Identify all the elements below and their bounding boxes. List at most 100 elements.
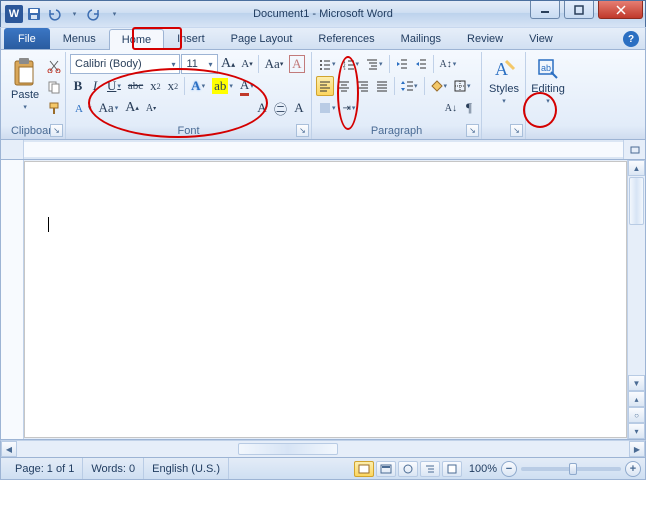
ruler-toggle[interactable] <box>623 140 645 159</box>
tab-file[interactable]: File <box>4 28 50 49</box>
undo-icon[interactable] <box>45 5 63 23</box>
status-page[interactable]: Page: 1 of 1 <box>7 458 83 479</box>
borders-button[interactable] <box>451 76 474 96</box>
tabs-button[interactable]: ⇥ <box>340 98 359 118</box>
font-color-button[interactable]: A <box>237 76 257 96</box>
zoom-out-button[interactable]: − <box>501 461 517 477</box>
styles-dialog-launcher[interactable]: ↘ <box>510 124 523 137</box>
numbering-button[interactable]: 123 <box>340 54 363 74</box>
decrease-indent-button[interactable] <box>393 54 411 74</box>
text-effects-button[interactable]: A <box>188 76 208 96</box>
view-web-button[interactable] <box>398 461 418 477</box>
tab-menus[interactable]: Menus <box>50 28 109 49</box>
scroll-down-button[interactable]: ▼ <box>628 375 645 391</box>
bold-button[interactable]: B <box>70 76 86 96</box>
scroll-right-button[interactable]: ▶ <box>629 441 645 457</box>
tab-page-layout[interactable]: Page Layout <box>218 28 306 49</box>
browse-object-button[interactable]: ○ <box>628 407 645 423</box>
status-bar: Page: 1 of 1 Words: 0 English (U.S.) 100… <box>0 458 646 480</box>
justify-button[interactable] <box>373 76 391 96</box>
sort-button[interactable]: A↓ <box>442 98 460 118</box>
strikethrough-button[interactable]: abc <box>125 76 146 96</box>
superscript-button[interactable]: x2 <box>165 76 182 96</box>
highlight-button[interactable]: ab <box>209 76 236 96</box>
undo-dropdown-icon[interactable] <box>65 5 83 23</box>
save-icon[interactable] <box>25 5 43 23</box>
view-outline-button[interactable] <box>420 461 440 477</box>
grow-font-button[interactable]: A▴ <box>219 54 238 74</box>
maximize-button[interactable] <box>564 1 594 19</box>
cut-button[interactable] <box>44 56 64 75</box>
tab-insert[interactable]: Insert <box>164 28 218 49</box>
tab-selector[interactable] <box>1 140 24 159</box>
italic-button[interactable]: I <box>87 76 103 96</box>
grow-font2-button[interactable]: A▴ <box>122 98 142 118</box>
scroll-up-button[interactable]: ▲ <box>628 160 645 176</box>
tab-mailings[interactable]: Mailings <box>388 28 454 49</box>
zoom-slider-knob[interactable] <box>569 463 577 475</box>
character-shading-button[interactable]: A <box>70 98 95 118</box>
change-case-button[interactable]: Aa▾ <box>262 54 285 74</box>
status-language[interactable]: English (U.S.) <box>144 458 229 479</box>
prev-page-button[interactable]: ▴ <box>628 391 645 407</box>
tab-view[interactable]: View <box>516 28 566 49</box>
group-font: Calibri (Body)▾ 11▾ A▴ A▾ Aa▾ A B I U ab… <box>66 52 312 139</box>
clear-formatting-button[interactable]: A <box>287 54 307 74</box>
subscript-button[interactable]: x2 <box>147 76 164 96</box>
view-print-layout-button[interactable] <box>354 461 374 477</box>
align-right-icon <box>357 80 369 92</box>
view-fullscreen-button[interactable] <box>376 461 396 477</box>
close-button[interactable] <box>598 1 643 19</box>
tab-home[interactable]: Home <box>109 29 164 50</box>
character-scaling-button[interactable]: A <box>291 98 307 118</box>
font-name-combo[interactable]: Calibri (Body)▾ <box>70 54 180 74</box>
character-border-button[interactable]: Aa <box>96 98 122 118</box>
scroll-thumb[interactable] <box>629 177 644 225</box>
paste-button[interactable]: Paste ▾ <box>8 54 42 118</box>
align-right-button[interactable] <box>354 76 372 96</box>
redo-icon[interactable] <box>85 5 103 23</box>
zoom-slider[interactable] <box>521 467 621 471</box>
align-center-button[interactable] <box>335 76 353 96</box>
shrink-font2-button[interactable]: A▾ <box>143 98 159 118</box>
document-page[interactable] <box>24 161 627 438</box>
qat-customize-icon[interactable] <box>105 5 123 23</box>
horizontal-scrollbar[interactable]: ◀ ▶ <box>0 440 646 458</box>
editing-button[interactable]: ab Editing ▾ <box>530 54 566 118</box>
zoom-level[interactable]: 100% <box>469 463 497 475</box>
text-cursor <box>48 217 49 232</box>
help-icon[interactable]: ? <box>623 31 639 47</box>
line-spacing-button[interactable] <box>398 76 421 96</box>
view-draft-button[interactable] <box>442 461 462 477</box>
tab-references[interactable]: References <box>305 28 387 49</box>
font-size-combo[interactable]: 11▾ <box>181 54 217 74</box>
shrink-font-button[interactable]: A▾ <box>239 54 256 74</box>
horizontal-ruler-area <box>0 140 646 160</box>
fill-button[interactable] <box>316 98 339 118</box>
status-words[interactable]: Words: 0 <box>83 458 144 479</box>
zoom-in-button[interactable]: + <box>625 461 641 477</box>
align-left-button[interactable] <box>316 76 334 96</box>
clipboard-dialog-launcher[interactable]: ↘ <box>50 124 63 137</box>
text-direction-button[interactable]: A↕ <box>437 54 460 74</box>
underline-button[interactable]: U <box>104 76 124 96</box>
tab-review[interactable]: Review <box>454 28 516 49</box>
vertical-ruler[interactable] <box>1 160 24 439</box>
scroll-left-button[interactable]: ◀ <box>1 441 17 457</box>
format-painter-button[interactable] <box>44 99 64 118</box>
next-page-button[interactable]: ▾ <box>628 423 645 439</box>
vertical-scrollbar[interactable]: ▲ ▼ ▴ ○ ▾ <box>627 160 645 439</box>
bullets-button[interactable] <box>316 54 339 74</box>
shading-button[interactable] <box>428 76 451 96</box>
show-marks-button[interactable]: ¶ <box>461 98 477 118</box>
styles-button[interactable]: A Styles ▾ <box>486 54 522 118</box>
paragraph-dialog-launcher[interactable]: ↘ <box>466 124 479 137</box>
multilevel-list-button[interactable] <box>363 54 386 74</box>
horizontal-ruler[interactable] <box>24 140 623 159</box>
enclose-characters-button[interactable]: ㊁ <box>271 98 290 118</box>
copy-button[interactable] <box>44 77 64 96</box>
increase-indent-button[interactable] <box>412 54 430 74</box>
phonetic-guide-button[interactable]: A <box>254 98 270 118</box>
font-dialog-launcher[interactable]: ↘ <box>296 124 309 137</box>
minimize-button[interactable] <box>530 1 560 19</box>
